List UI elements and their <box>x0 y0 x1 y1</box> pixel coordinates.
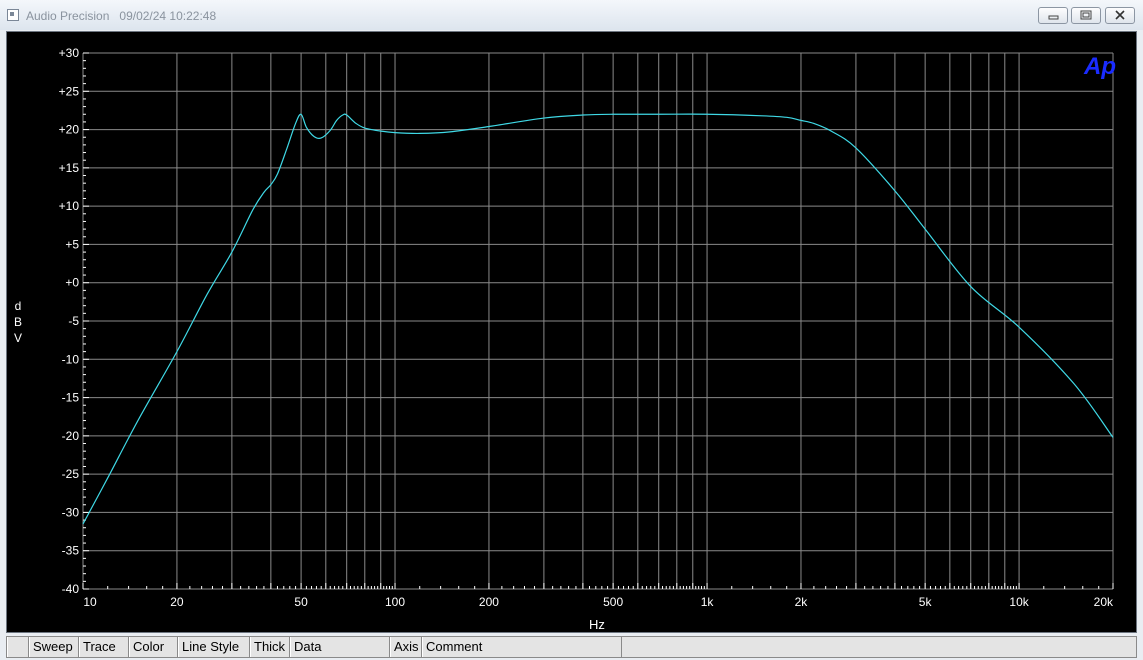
y-tick-label: +5 <box>65 237 79 251</box>
minimize-icon <box>1048 15 1059 20</box>
window-timestamp: 09/02/24 10:22:48 <box>119 9 217 23</box>
x-tick-label: 100 <box>385 595 405 609</box>
title-bar: Audio Precision 09/02/24 10:22:48 <box>0 0 1143 30</box>
frequency-response-chart: +30 +25 +20 +15 +10 +5 +0 -5 -10 -15 -20 -25 -30 -35 -… <box>14 46 1116 632</box>
close-button[interactable] <box>1105 7 1135 24</box>
y-tick-label: +20 <box>59 123 80 137</box>
tab-selector[interactable] <box>7 637 29 657</box>
y-tick-label: +0 <box>65 276 79 290</box>
y-tick-label: -20 <box>62 429 80 443</box>
graph-panel: +30 +25 +20 +15 +10 +5 +0 -5 -10 -15 -20 -25 -30 -35 -… <box>6 31 1137 633</box>
tab-color[interactable]: Color <box>129 637 178 657</box>
window-title: Audio Precision 09/02/24 10:22:48 <box>26 9 216 23</box>
tab-line-style[interactable]: Line Style <box>178 637 250 657</box>
y-tick-label: +30 <box>59 46 80 60</box>
restore-button[interactable] <box>1071 7 1101 24</box>
tab-comment[interactable]: Comment <box>422 637 622 657</box>
tab-trace[interactable]: Trace <box>79 637 129 657</box>
tab-sweep[interactable]: Sweep <box>29 637 79 657</box>
y-tick-label: -15 <box>62 391 80 405</box>
x-tick-labels: 10 20 50 100 200 500 1k 2k 5k 10k 20k <box>83 595 1114 609</box>
minimize-button[interactable] <box>1038 7 1068 24</box>
app-icon[interactable] <box>7 9 19 21</box>
y-tick-label: +10 <box>59 199 80 213</box>
x-tick-label: 500 <box>603 595 623 609</box>
y-tick-labels: +30 +25 +20 +15 +10 +5 +0 -5 -10 -15 -20 -25 -30 -35 -… <box>59 46 80 596</box>
y-tick-label: -35 <box>62 544 80 558</box>
y-axis-label-char: B <box>14 315 22 329</box>
data-points <box>82 113 1114 524</box>
x-axis-label: Hz <box>589 617 605 632</box>
x-tick-label: 50 <box>294 595 308 609</box>
trace-tab-bar: Sweep Trace Color Line Style Thick Data … <box>6 636 1137 658</box>
series-line <box>82 113 1114 525</box>
y-axis-label: dBV <box>14 299 22 345</box>
y-tick-label: -30 <box>62 505 80 519</box>
close-icon <box>1115 10 1125 20</box>
tab-data[interactable]: Data <box>290 637 390 657</box>
x-tick-label: 10k <box>1009 595 1029 609</box>
y-tick-label: -5 <box>68 314 79 328</box>
y-tick-label: +25 <box>59 84 80 98</box>
tab-thick[interactable]: Thick <box>250 637 290 657</box>
grid <box>82 52 1114 590</box>
x-tick-label: 5k <box>919 595 933 609</box>
x-tick-label: 10 <box>83 595 97 609</box>
y-axis-label-char: d <box>15 299 22 313</box>
app-name: Audio Precision <box>26 9 110 23</box>
y-tick-label: -10 <box>62 352 80 366</box>
y-tick-label: -25 <box>62 467 80 481</box>
ap-logo: Ap <box>1083 53 1116 80</box>
restore-icon <box>1080 10 1092 20</box>
x-tick-label: 1k <box>701 595 715 609</box>
tab-axis[interactable]: Axis <box>390 637 422 657</box>
y-axis-label-char: V <box>14 331 22 345</box>
y-tick-label: -40 <box>62 582 80 596</box>
x-tick-label: 200 <box>479 595 499 609</box>
y-tick-label: +15 <box>59 161 80 175</box>
x-tick-label: 2k <box>795 595 809 609</box>
x-tick-label: 20k <box>1094 595 1114 609</box>
x-tick-label: 20 <box>170 595 184 609</box>
